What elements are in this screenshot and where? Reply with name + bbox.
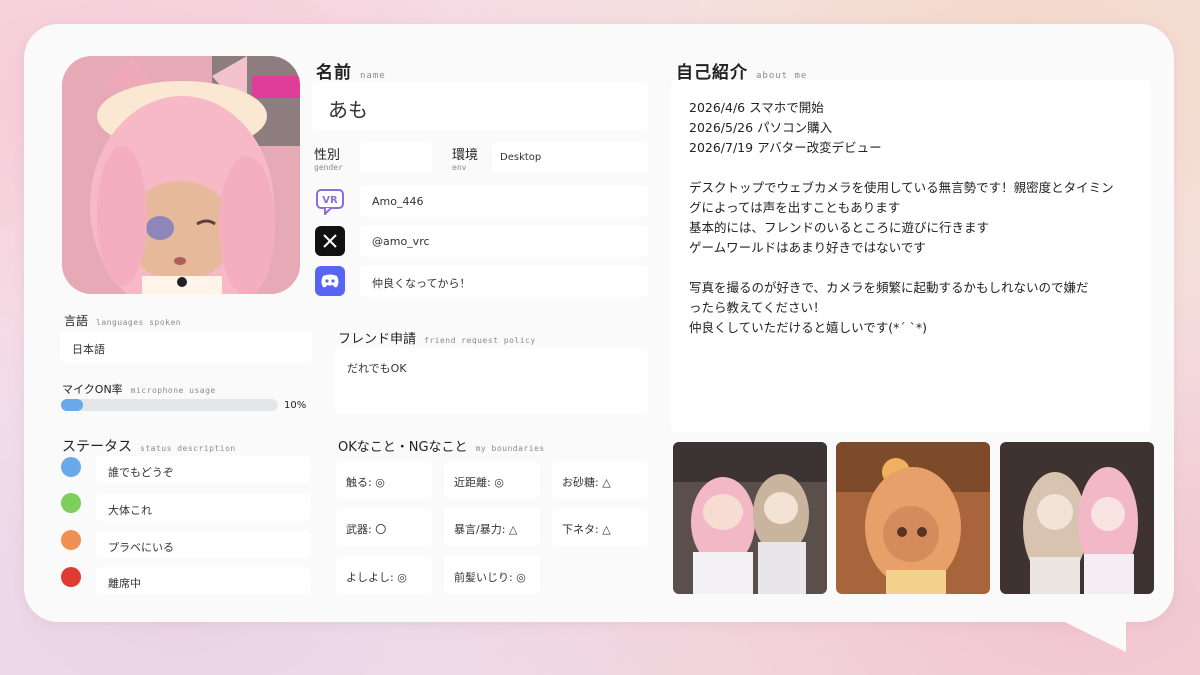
about-line: ったら教えてください！ [689, 300, 826, 315]
boundary-osatou: お砂糖: △ [552, 461, 648, 499]
status-dot-usual [61, 493, 81, 513]
name-field: あも [312, 82, 648, 130]
avatar-image [62, 56, 300, 294]
status-dot-away [61, 567, 81, 587]
friend-request-field: だれでもOK [335, 348, 648, 414]
about-line [689, 258, 1133, 278]
mic-progress-fill [61, 399, 83, 411]
photo-3 [1000, 442, 1154, 594]
boundary-abuse: 暴言/暴力: △ [444, 508, 540, 546]
status-label-usual: 大体これ [96, 494, 311, 521]
about-line: 基本的には、フレンドのいるところに遊びに行きます [689, 220, 990, 235]
vrchat-id-field: Amo_446 [360, 185, 648, 217]
boundary-close-distance: 近距離: ◎ [444, 461, 540, 499]
discord-field: 仲良くなってから！ [360, 265, 648, 297]
languages-field: 日本語 [60, 331, 312, 363]
boundary-touch: 触る: ◎ [336, 461, 432, 499]
boundaries-heading: OKなこと・NGなこと my boundaries [338, 440, 545, 455]
boundary-weapons: 武器: 〇 [336, 508, 432, 546]
x-logo-icon [315, 226, 345, 256]
boundary-bangs: 前髪いじり: ◎ [444, 556, 540, 594]
about-line: デスクトップでウェブカメラを使用している無言勢です！親密度とタイミン [689, 180, 1114, 195]
vrchat-icon: VR [315, 186, 345, 216]
about-line: 2026/5/26 パソコン購入 [689, 120, 833, 135]
about-line: ゲームワールドはあまり好きではないです [689, 240, 926, 255]
status-label-available: 誰でもどうぞ [96, 456, 311, 483]
discord-icon [315, 266, 345, 296]
gender-label: 性別 gender [314, 148, 343, 172]
mic-progress-track [61, 399, 278, 411]
boundary-dirty-jokes: 下ネタ: △ [552, 508, 648, 546]
photo-1 [673, 442, 827, 594]
gender-field [360, 142, 432, 173]
photo-2 [836, 442, 990, 594]
friend-request-heading: フレンド申請 friend request policy [338, 332, 536, 347]
status-dot-available [61, 457, 81, 477]
about-line [689, 158, 1133, 178]
about-line: 仲良くしていただけると嬉しいです(*´ `*) [689, 320, 927, 335]
card-speech-tail [1040, 610, 1126, 652]
status-dot-private [61, 530, 81, 550]
about-line: 写真を撮るのが好きで、カメラを頻繁に起動するかもしれないので嫌だ [689, 280, 1089, 295]
languages-heading: 言語 languages spoken [64, 314, 182, 328]
about-field: 2026/4/6 スマホで開始 2026/5/26 パソコン購入 2026/7/… [671, 80, 1151, 432]
status-heading: ステータス status description [62, 439, 236, 455]
about-line: 2026/7/19 アバター改変デビュー [689, 140, 882, 155]
status-label-away: 離席中 [96, 567, 311, 594]
about-line: 2026/4/6 スマホで開始 [689, 100, 824, 115]
boundary-headpats: よしよし: ◎ [336, 556, 432, 594]
status-label-private: プラベにいる [96, 531, 311, 558]
svg-text:VR: VR [322, 195, 338, 206]
x-handle-field: @amo_vrc [360, 225, 648, 257]
mic-percent: 10% [284, 400, 307, 411]
env-field: Desktop [492, 142, 648, 173]
mic-heading: マイクON率 microphone usage [62, 383, 216, 396]
env-label: 環境 env [452, 148, 479, 172]
about-line: グによっては声を出すこともあります [689, 200, 901, 215]
name-heading: 名前 name [316, 63, 386, 83]
